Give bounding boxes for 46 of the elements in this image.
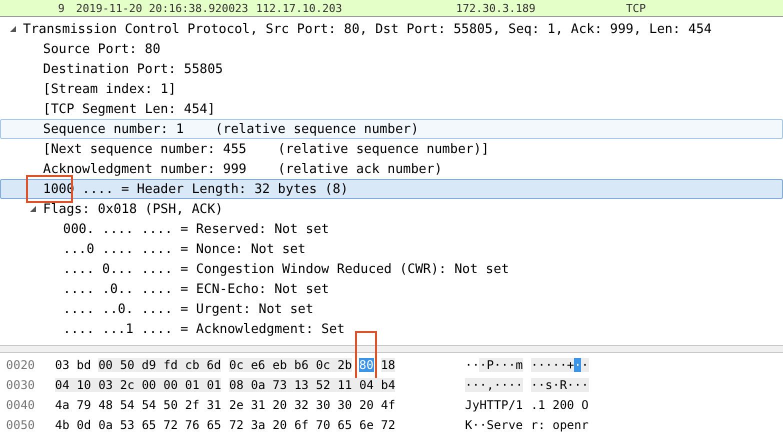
ascii-text[interactable]: ·P···m <box>479 358 523 372</box>
packet-number: 9 <box>58 2 66 14</box>
hex-bytes[interactable]: 08 0a 73 13 52 11 04 b4 <box>229 378 396 392</box>
packet-destination: 172.30.3.189 <box>456 2 536 14</box>
packet-source: 112.17.10.203 <box>256 2 344 14</box>
tree-item[interactable]: .... ..0. .... = Urgent: Not set <box>63 302 314 316</box>
tree-item[interactable]: Transmission Control Protocol, Src Port: 80, Dst Port: 55805, Seq: 1, Ack: 999, Len: 454 <box>23 22 712 36</box>
tree-item[interactable]: Source Port: 80 <box>43 42 160 56</box>
ascii-text[interactable]: ··s·R··· <box>530 378 589 392</box>
hex-bytes[interactable]: 72 3a 20 6f 70 65 6e 72 <box>229 418 396 432</box>
expand-arrow-icon[interactable] <box>29 205 37 213</box>
hex-bytes[interactable]: 18 <box>380 358 396 372</box>
packet-time: 2019-11-20 20:16:38.920023 <box>76 2 250 14</box>
expand-arrow-icon[interactable] <box>9 25 17 33</box>
tree-item[interactable]: Acknowledgment number: 999 (relative ack number) <box>43 162 442 176</box>
hex-bytes[interactable]: 04 10 03 2c 00 00 01 01 <box>55 378 222 392</box>
ascii-text[interactable]: K··Serve <box>465 418 523 432</box>
ascii-text[interactable]: ···,···· <box>465 378 523 392</box>
tree-item[interactable]: .... ...1 .... = Acknowledgment: Set <box>63 322 345 336</box>
offset-label: 0040 <box>5 398 36 412</box>
hex-bytes[interactable]: 4a 79 48 54 54 50 2f 31 <box>55 398 222 412</box>
offset-label: 0030 <box>5 378 36 392</box>
hex-bytes[interactable]: 03 bd <box>55 358 92 372</box>
packet-list-row[interactable]: 9 2019-11-20 20:16:38.920023 112.17.10.203 172.30.3.189 TCP <box>0 0 783 17</box>
hex-bytes[interactable]: 2e 31 20 32 30 30 20 4f <box>229 398 396 412</box>
ascii-text[interactable]: ·· <box>465 358 480 372</box>
tree-item[interactable]: .... .0.. .... = ECN-Echo: Not set <box>63 282 330 296</box>
ascii-text[interactable]: · <box>581 358 589 372</box>
offset-label: 0020 <box>5 358 36 372</box>
tree-item[interactable]: ...0 .... .... = Nonce: Not set <box>63 242 306 256</box>
tree-item[interactable]: [TCP Segment Len: 454] <box>43 102 216 116</box>
hex-bytes[interactable]: 00 50 d9 fd cb 6d <box>98 358 222 372</box>
ascii-text[interactable]: r: openr <box>530 418 589 432</box>
tree-item[interactable]: [Next sequence number: 455 (relative sequence number)] <box>43 142 490 156</box>
hex-bytes[interactable]: 4b 0d 0a 53 65 72 76 65 <box>55 418 222 432</box>
ascii-text[interactable]: JyHTTP/1 <box>465 398 523 412</box>
ascii-text[interactable]: ·····+ <box>530 358 574 372</box>
tree-item[interactable]: .... 0... .... = Congestion Window Reduced (CWR): Not set <box>63 262 510 276</box>
hex-bytes[interactable]: 0c e6 eb b6 0c 2b <box>229 358 352 372</box>
tree-item[interactable]: Destination Port: 55805 <box>43 62 224 76</box>
tree-item[interactable]: 000. .... .... = Reserved: Not set <box>63 222 330 236</box>
packet-protocol: TCP <box>626 2 647 14</box>
offset-label: 0050 <box>5 418 36 432</box>
ascii-text[interactable]: .1 200 O <box>530 398 589 412</box>
tree-item[interactable]: Flags: 0x018 (PSH, ACK) <box>43 202 224 216</box>
tree-item[interactable]: [Stream index: 1] <box>43 82 176 96</box>
